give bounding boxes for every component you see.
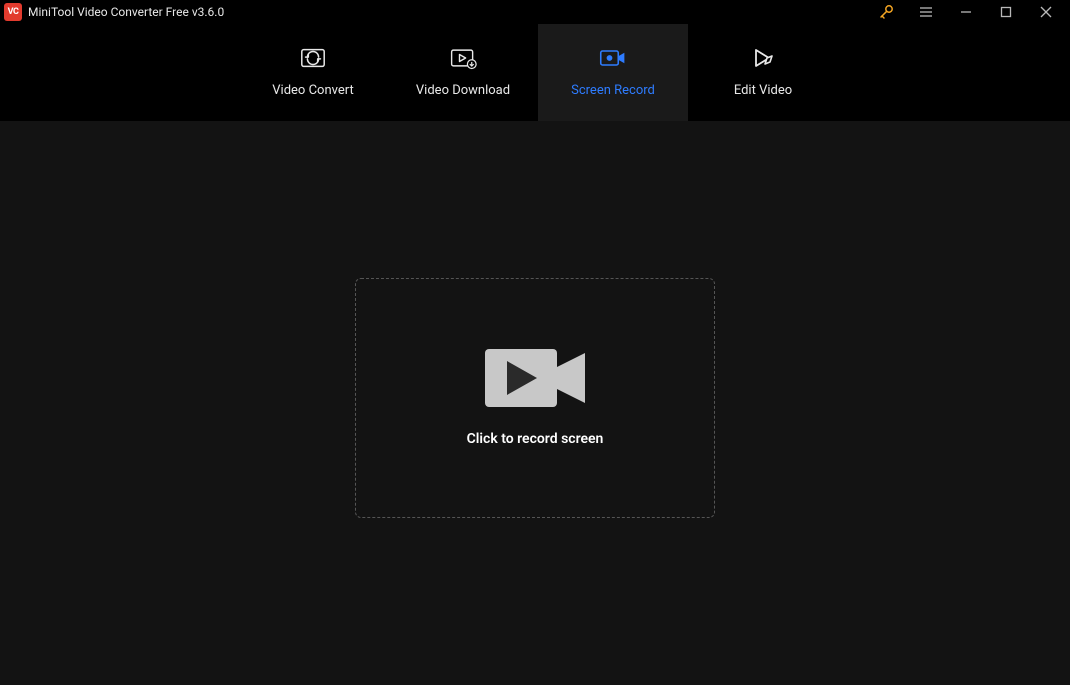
maximize-button[interactable] bbox=[986, 0, 1026, 24]
tab-screen-record[interactable]: Screen Record bbox=[538, 24, 688, 121]
tab-label: Edit Video bbox=[734, 83, 792, 98]
edit-video-icon bbox=[749, 47, 777, 69]
screen-record-icon bbox=[599, 47, 627, 69]
main-tabs: Video Convert Video Download Screen Reco… bbox=[0, 24, 1070, 121]
close-button[interactable] bbox=[1026, 0, 1066, 24]
upgrade-key-button[interactable] bbox=[866, 0, 906, 24]
close-icon bbox=[1040, 6, 1052, 18]
main-content: Click to record screen bbox=[0, 121, 1070, 685]
tab-edit-video[interactable]: Edit Video bbox=[688, 24, 838, 121]
hamburger-icon bbox=[918, 4, 934, 20]
minimize-icon bbox=[960, 6, 972, 18]
titlebar: VC MiniTool Video Converter Free v3.6.0 bbox=[0, 0, 1070, 24]
record-screen-panel[interactable]: Click to record screen bbox=[355, 278, 715, 518]
tab-label: Video Convert bbox=[272, 83, 353, 98]
tab-video-convert[interactable]: Video Convert bbox=[238, 24, 388, 121]
app-logo-text: VC bbox=[8, 7, 19, 17]
minimize-button[interactable] bbox=[946, 0, 986, 24]
video-convert-icon bbox=[299, 47, 327, 69]
app-title: MiniTool Video Converter Free v3.6.0 bbox=[28, 5, 224, 19]
maximize-icon bbox=[1000, 6, 1012, 18]
app-logo: VC bbox=[4, 3, 22, 21]
tab-video-download[interactable]: Video Download bbox=[388, 24, 538, 121]
titlebar-left: VC MiniTool Video Converter Free v3.6.0 bbox=[4, 3, 224, 21]
tab-label: Screen Record bbox=[571, 83, 655, 98]
camera-play-icon bbox=[485, 349, 585, 407]
menu-button[interactable] bbox=[906, 0, 946, 24]
titlebar-right bbox=[866, 0, 1066, 24]
record-prompt-label: Click to record screen bbox=[467, 431, 604, 447]
tab-label: Video Download bbox=[416, 83, 510, 98]
video-download-icon bbox=[449, 47, 477, 69]
key-icon bbox=[878, 4, 894, 20]
